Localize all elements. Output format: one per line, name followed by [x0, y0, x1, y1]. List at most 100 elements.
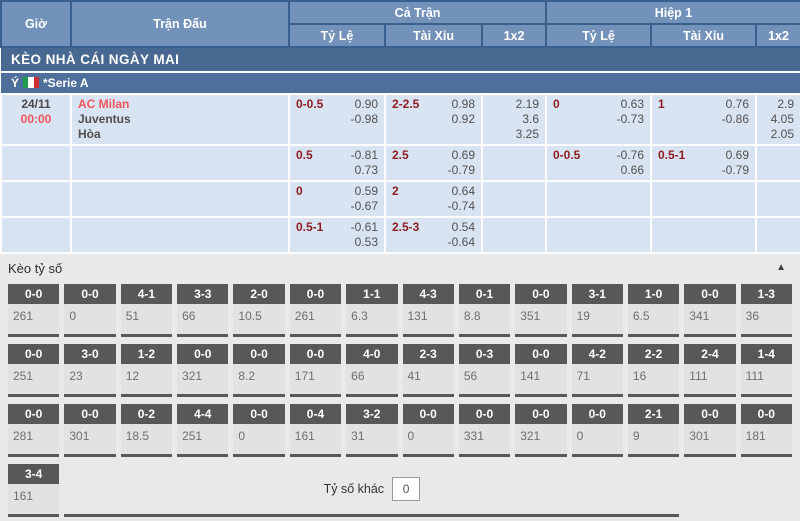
- score-label: 0-0: [515, 404, 566, 424]
- score-label: 0-2: [121, 404, 172, 424]
- odds-row: 0.5-1-0.610.532.5-30.54-0.64: [1, 217, 800, 253]
- odds-rows-body: 24/1100:00AC MilanJuventusHòa0-0.50.90-0…: [1, 94, 800, 253]
- score-box[interactable]: 2-19: [628, 404, 679, 457]
- score-box[interactable]: 0-356: [459, 344, 510, 397]
- col-header-ft-1x2: 1x2: [482, 24, 546, 47]
- score-box[interactable]: 0-0281: [8, 404, 59, 457]
- score-label: 1-2: [121, 344, 172, 364]
- score-label: 0-0: [572, 404, 623, 424]
- score-box[interactable]: 0-218.5: [121, 404, 172, 457]
- score-box[interactable]: 3-023: [64, 344, 115, 397]
- score-label: 4-1: [121, 284, 172, 304]
- score-box[interactable]: 0-0261: [8, 284, 59, 337]
- score-box[interactable]: 0-00: [572, 404, 623, 457]
- score-box[interactable]: 0-0351: [515, 284, 566, 337]
- score-odds: 161: [8, 484, 59, 514]
- score-box[interactable]: 4-3131: [403, 284, 454, 337]
- score-label: 0-0: [290, 344, 341, 364]
- score-odds: 131: [403, 304, 454, 334]
- col-header-h1-1x2: 1x2: [756, 24, 800, 47]
- score-box[interactable]: 0-0261: [290, 284, 341, 337]
- time-cell: [1, 145, 71, 181]
- score-label: 0-0: [233, 404, 284, 424]
- odds-handicap-cell[interactable]: 0.5-10.69-0.79: [651, 145, 756, 181]
- col-header-h1-handicap: Tỷ Lệ: [546, 24, 651, 47]
- score-panel-title: Kèo tỷ số: [8, 261, 792, 276]
- score-box[interactable]: 4-151: [121, 284, 172, 337]
- score-box[interactable]: 4-271: [572, 344, 623, 397]
- match-date: 24/11: [8, 97, 64, 112]
- score-box[interactable]: 2-010.5: [233, 284, 284, 337]
- score-box[interactable]: 1-06.5: [628, 284, 679, 337]
- score-box[interactable]: 2-341: [403, 344, 454, 397]
- score-box[interactable]: 0-0301: [684, 404, 735, 457]
- score-box[interactable]: 4-066: [346, 344, 397, 397]
- odds-value: -0.76: [617, 148, 644, 163]
- odds-handicap-cell[interactable]: 0-0.50.90-0.98: [289, 94, 385, 145]
- odds-handicap-cell[interactable]: 0.5-0.810.73: [289, 145, 385, 181]
- score-odds: 8.8: [459, 304, 510, 334]
- score-box[interactable]: 0-08.2: [233, 344, 284, 397]
- odds-handicap-cell[interactable]: 2.5-30.54-0.64: [385, 217, 482, 253]
- teams-cell[interactable]: AC MilanJuventusHòa: [71, 94, 289, 145]
- score-box[interactable]: 0-00: [403, 404, 454, 457]
- odds-handicap-cell[interactable]: 10.76-0.86: [651, 94, 756, 145]
- odds-value: 3.25: [516, 127, 539, 142]
- score-box[interactable]: 0-18.8: [459, 284, 510, 337]
- score-odds: 8.2: [233, 364, 284, 394]
- score-box[interactable]: 0-0301: [64, 404, 115, 457]
- other-score-box[interactable]: 0: [392, 477, 420, 501]
- score-box[interactable]: 3-119: [572, 284, 623, 337]
- league-row[interactable]: Ý*Serie A: [1, 72, 800, 94]
- score-box[interactable]: 0-0321: [177, 344, 228, 397]
- team-name: Hòa: [78, 127, 282, 142]
- score-box[interactable]: 0-0331: [459, 404, 510, 457]
- score-label: 2-3: [403, 344, 454, 364]
- score-box[interactable]: 0-4161: [290, 404, 341, 457]
- odds-handicap-cell[interactable]: 00.59-0.67: [289, 181, 385, 217]
- score-box[interactable]: 0-0251: [8, 344, 59, 397]
- score-row: 0-02610-004-1513-3662-010.50-02611-16.34…: [8, 284, 792, 337]
- odds-value: 4.05: [771, 112, 794, 127]
- score-box[interactable]: 2-4111: [684, 344, 735, 397]
- score-box[interactable]: 0-00: [233, 404, 284, 457]
- odds-value: -0.67: [351, 199, 378, 214]
- score-label: 0-0: [459, 404, 510, 424]
- score-odds: 301: [64, 424, 115, 454]
- league-country: Ý: [11, 76, 19, 90]
- score-box[interactable]: 3-366: [177, 284, 228, 337]
- handicap-line: 0.5-1: [658, 148, 685, 163]
- odds-value: 0.63: [617, 97, 644, 112]
- score-box[interactable]: 0-0341: [684, 284, 735, 337]
- odds-1x2-cell[interactable]: 2.94.052.05: [756, 94, 800, 145]
- odds-1x2-cell[interactable]: 2.193.63.25: [482, 94, 546, 145]
- odds-handicap-cell[interactable]: 2-2.50.980.92: [385, 94, 482, 145]
- score-box[interactable]: 0-0181: [741, 404, 792, 457]
- odds-handicap-cell[interactable]: 20.64-0.74: [385, 181, 482, 217]
- odds-handicap-cell[interactable]: 2.50.69-0.79: [385, 145, 482, 181]
- other-score-cell: Tỷ số khác0: [64, 464, 679, 517]
- odds-handicap-cell[interactable]: 0.5-1-0.610.53: [289, 217, 385, 253]
- score-box[interactable]: 0-0141: [515, 344, 566, 397]
- score-box[interactable]: 0-0171: [290, 344, 341, 397]
- score-box[interactable]: 4-4251: [177, 404, 228, 457]
- score-odds: 111: [741, 364, 792, 394]
- score-label: 4-3: [403, 284, 454, 304]
- score-box[interactable]: 0-00: [64, 284, 115, 337]
- score-odds: 331: [459, 424, 510, 454]
- odds-handicap-cell[interactable]: 00.63-0.73: [546, 94, 651, 145]
- time-cell: [1, 217, 71, 253]
- score-box[interactable]: 1-4111: [741, 344, 792, 397]
- score-odds: 31: [346, 424, 397, 454]
- score-label: 0-0: [64, 284, 115, 304]
- odds-value: -0.64: [448, 235, 475, 250]
- score-box[interactable]: 1-16.3: [346, 284, 397, 337]
- score-box[interactable]: 1-336: [741, 284, 792, 337]
- score-box[interactable]: 0-0321: [515, 404, 566, 457]
- score-box[interactable]: 3-231: [346, 404, 397, 457]
- collapse-arrow-icon[interactable]: ▲: [776, 262, 786, 273]
- odds-handicap-cell[interactable]: 0-0.5-0.760.66: [546, 145, 651, 181]
- score-box[interactable]: 2-216: [628, 344, 679, 397]
- score-box[interactable]: 1-212: [121, 344, 172, 397]
- score-box[interactable]: 3-4161: [8, 464, 59, 517]
